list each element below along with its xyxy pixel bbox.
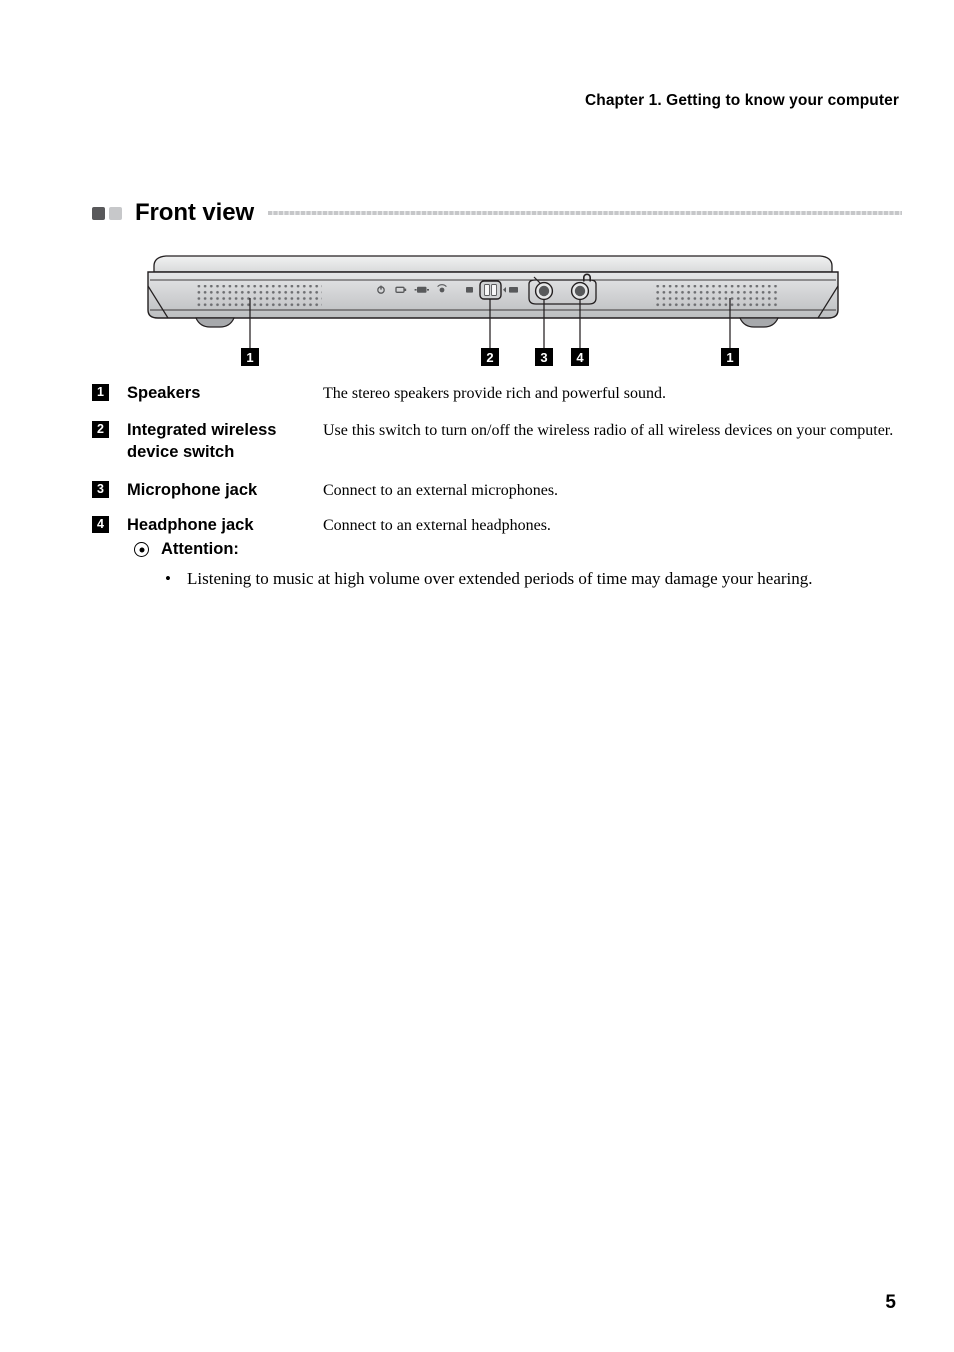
page-number: 5 [885,1292,896,1313]
component-list: 1 Speakers The stereo speakers provide r… [92,382,904,536]
attention-title: Attention: [161,540,239,558]
front-view-figure: 1 2 3 4 1 [140,252,846,372]
section-rule [268,211,902,215]
attention-note: Attention: • Listening to music at high … [134,540,904,591]
item-label: Speakers [127,384,201,402]
item-label: Integrated wireless device switch [127,421,277,461]
list-item: 2 Integrated wireless device switch Use … [92,419,904,463]
item-number-badge: 1 [92,384,109,401]
bullet-icon: • [165,569,171,588]
chapter-header: Chapter 1. Getting to know your computer [584,92,899,109]
svg-text:1: 1 [246,350,253,365]
item-description: Use this switch to turn on/off the wirel… [323,422,894,439]
svg-text:3: 3 [540,350,547,365]
callout-badges: 1 2 3 4 1 [241,348,739,366]
attention-bullet-list: • Listening to music at high volume over… [134,567,904,591]
section-marker-dark-icon [92,206,105,220]
page-title: Front view [135,199,255,226]
svg-text:4: 4 [576,350,584,365]
list-item: • Listening to music at high volume over… [165,567,904,591]
list-item: 3 Microphone jack Connect to an external… [92,479,904,501]
svg-text:1: 1 [726,350,733,365]
svg-text:2: 2 [486,350,493,365]
item-number-badge: 4 [92,516,109,533]
item-label: Headphone jack [127,516,254,534]
item-number-badge: 3 [92,481,109,498]
item-description: The stereo speakers provide rich and pow… [323,385,666,402]
section-heading: Front view [92,196,902,230]
item-description: Connect to an external microphones. [323,482,559,499]
attention-icon [134,542,149,557]
attention-note-header: Attention: [134,540,904,559]
list-item: 1 Speakers The stereo speakers provide r… [92,382,904,404]
item-description: Connect to an external headphones. [323,517,551,534]
item-label: Microphone jack [127,481,258,499]
section-marker-light-icon [109,206,122,220]
attention-bullet-text: Listening to music at high volume over e… [187,569,813,588]
item-number-badge: 2 [92,421,109,438]
list-item: 4 Headphone jack Connect to an external … [92,514,904,536]
